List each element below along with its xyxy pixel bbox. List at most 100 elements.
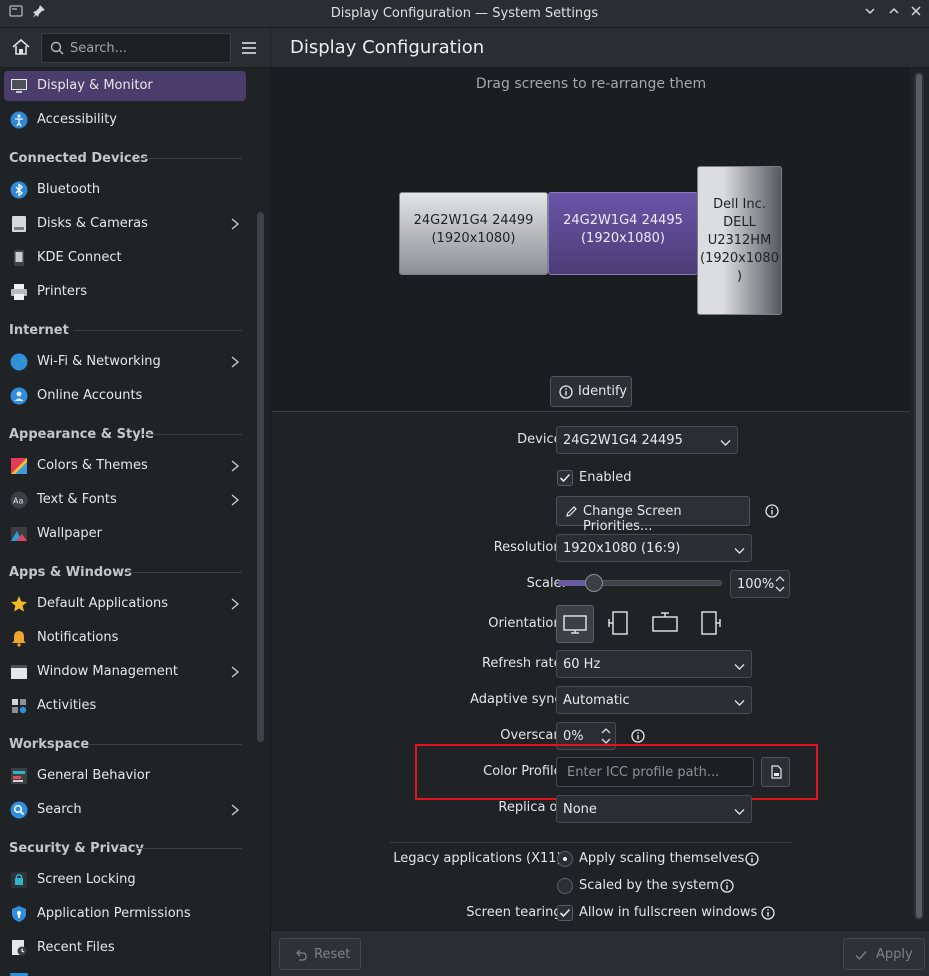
search-input[interactable]: Search...	[41, 33, 231, 63]
sidebar-item-text-fonts[interactable]: Aa Text & Fonts	[4, 485, 246, 515]
resolution-combo[interactable]: 1920x1080 (16:9)	[556, 534, 752, 562]
sidebar-item-kde-connect[interactable]: KDE Connect	[4, 243, 246, 273]
sidebar-item-disks-cameras[interactable]: Disks & Cameras	[4, 209, 246, 239]
sidebar-item-label: Application Permissions	[37, 906, 191, 921]
sidebar-item-wifi-networking[interactable]: Wi-Fi & Networking	[4, 347, 246, 377]
radio-apply-scaling-themselves[interactable]	[557, 851, 573, 867]
info-icon[interactable]	[765, 504, 779, 518]
enabled-checkbox[interactable]	[557, 470, 573, 486]
sidebar-item-label: General Behavior	[37, 768, 151, 783]
sidebar-item-accessibility[interactable]: Accessibility	[4, 105, 246, 135]
sidebar-item-activities[interactable]: Activities	[4, 691, 246, 721]
checkmark-icon	[559, 473, 571, 483]
sidebar-item-label: Search	[37, 802, 82, 817]
sidebar-item-notifications[interactable]: Notifications	[4, 623, 246, 653]
apply-button[interactable]: Apply	[843, 938, 925, 970]
lock-screen-icon	[10, 871, 28, 889]
change-screen-priorities-button[interactable]: Change Screen Priorities...	[556, 496, 750, 534]
screen-output-24495[interactable]: 24G2W1G4 24495 (1920x1080)	[548, 192, 698, 275]
scale-spinbox[interactable]: 100%	[730, 570, 790, 598]
spin-arrows-icon[interactable]	[775, 574, 785, 598]
screen-output-dell[interactable]: Dell Inc. DELL U2312HM (1920x1080 )	[697, 166, 782, 315]
hamburger-menu-icon[interactable]	[240, 40, 258, 56]
sidebar-item-label: Printers	[37, 284, 88, 299]
inverted-icon	[652, 612, 678, 632]
orientation-portrait-right-button[interactable]	[691, 605, 729, 643]
refresh-rate-combo[interactable]: 60 Hz	[556, 650, 752, 678]
section-workspace: Workspace	[9, 737, 90, 752]
phone-icon	[10, 249, 28, 267]
info-icon[interactable]	[745, 852, 759, 866]
search-icon	[50, 41, 64, 55]
section-divider	[88, 744, 242, 745]
scale-slider-handle[interactable]	[585, 574, 603, 592]
sidebar-item-search[interactable]: Search	[4, 795, 246, 825]
overscan-value: 0%	[563, 729, 584, 744]
screen-arrangement-area[interactable]: Drag screens to re-arrange them 24G2W1G4…	[272, 68, 910, 412]
refresh-rate-value: 60 Hz	[563, 657, 601, 672]
sidebar-item-label: Text & Fonts	[37, 492, 117, 507]
disk-icon	[10, 215, 28, 233]
sidebar-item-wallpaper[interactable]: Wallpaper	[4, 519, 246, 549]
info-icon[interactable]	[761, 906, 775, 920]
sidebar-item-label: Default Applications	[37, 596, 169, 611]
section-security-privacy: Security & Privacy	[9, 841, 144, 856]
checkmark-icon	[559, 908, 571, 918]
resolution-value: 1920x1080 (16:9)	[563, 541, 681, 556]
allow-tearing-checkbox[interactable]	[557, 905, 573, 921]
sidebar-item-window-management[interactable]: Window Management	[4, 657, 246, 687]
screen-output-24499[interactable]: 24G2W1G4 24499 (1920x1080)	[399, 192, 548, 275]
chevron-down-icon	[734, 805, 745, 815]
orientation-landscape-button[interactable]	[556, 605, 594, 643]
sidebar-item-label: KDE Connect	[37, 250, 122, 265]
sidebar-item-general-behavior[interactable]: General Behavior	[4, 761, 246, 791]
window-title: Display Configuration — System Settings	[330, 6, 599, 21]
checkmark-icon	[854, 948, 868, 966]
info-icon[interactable]	[631, 729, 645, 743]
sidebar-scrollbar[interactable]	[257, 212, 264, 742]
close-icon[interactable]	[906, 4, 926, 24]
section-divider	[134, 848, 242, 849]
section-divider	[142, 434, 242, 435]
sidebar-item-display-monitor[interactable]: Display & Monitor	[4, 71, 246, 101]
sidebar-item-bluetooth[interactable]: Bluetooth	[4, 175, 246, 205]
legacy-option-2: Scaled by the system	[579, 878, 719, 893]
adaptive-sync-label: Adaptive sync:	[470, 692, 566, 707]
replica-of-combo[interactable]: None	[556, 795, 752, 823]
reset-label: Reset	[314, 947, 351, 962]
main-scrollbar-thumb[interactable]	[916, 74, 922, 918]
page-title: Display Configuration	[290, 37, 485, 58]
chevron-down-icon	[734, 544, 745, 554]
sidebar-item-recent-files[interactable]: Recent Files	[4, 933, 246, 963]
undo-icon	[294, 948, 308, 966]
sidebar-item-label: Window Management	[37, 664, 179, 679]
sidebar-item-online-accounts[interactable]: Online Accounts	[4, 381, 246, 411]
screen-tearing-label: Screen tearing:	[466, 905, 566, 920]
font-icon: Aa	[10, 491, 28, 509]
sidebar-item-application-permissions[interactable]: Application Permissions	[4, 899, 246, 929]
adaptive-sync-combo[interactable]: Automatic	[556, 686, 752, 714]
home-icon[interactable]	[10, 36, 34, 60]
device-combo[interactable]: 24G2W1G4 24495	[556, 426, 738, 454]
orientation-label: Orientation:	[488, 616, 566, 631]
minimize-icon[interactable]	[860, 4, 880, 24]
chevron-down-icon	[734, 696, 745, 706]
section-divider	[74, 330, 242, 331]
main-scrollbar[interactable]	[914, 72, 924, 920]
identify-button[interactable]: Identify	[550, 376, 632, 407]
radio-scaled-by-system[interactable]	[557, 878, 573, 894]
orientation-inverted-button[interactable]	[646, 605, 684, 643]
sidebar-item-screen-locking[interactable]: Screen Locking	[4, 865, 246, 895]
sidebar-item-default-applications[interactable]: Default Applications	[4, 589, 246, 619]
info-icon[interactable]	[720, 879, 734, 893]
orientation-portrait-left-button[interactable]	[601, 605, 639, 643]
sidebar-item-colors-themes[interactable]: Colors & Themes	[4, 451, 246, 481]
reset-button[interactable]: Reset	[279, 938, 361, 970]
section-apps-windows: Apps & Windows	[9, 565, 132, 580]
main-header: Display Configuration	[271, 28, 929, 68]
sidebar-item-label: Activities	[37, 698, 97, 713]
portrait-right-icon	[701, 611, 721, 635]
maximize-icon[interactable]	[884, 4, 904, 24]
info-icon	[559, 385, 573, 403]
sidebar-item-printers[interactable]: Printers	[4, 277, 246, 307]
